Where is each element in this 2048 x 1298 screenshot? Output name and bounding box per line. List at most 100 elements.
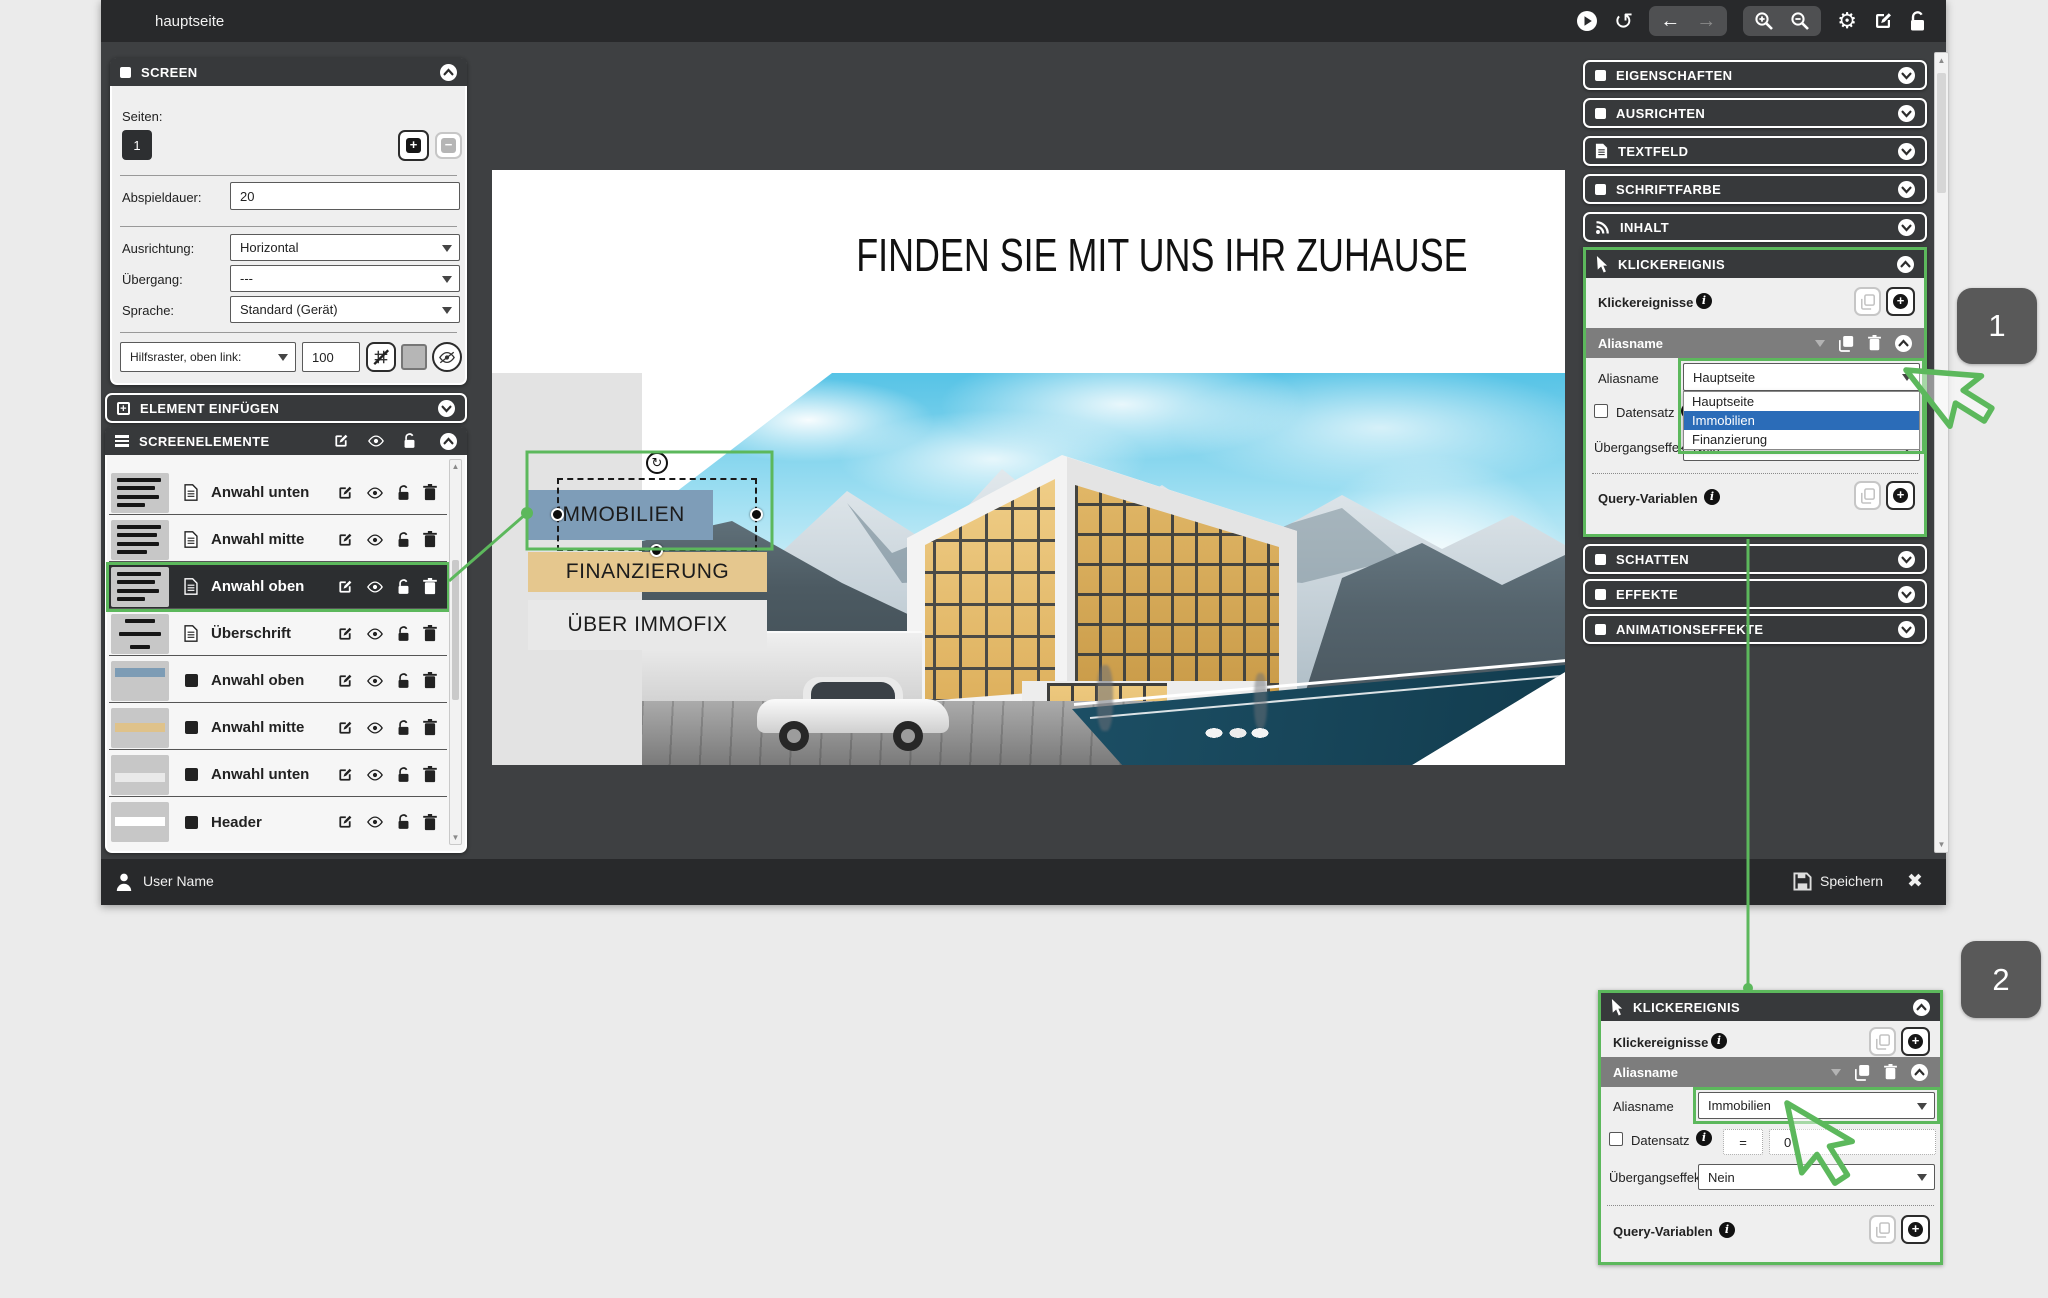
lock-icon[interactable] xyxy=(397,532,410,548)
klickereignis-header[interactable]: KLICKEREIGNIS xyxy=(1601,993,1940,1021)
section-eigenschaften[interactable]: EIGENSCHAFTEN xyxy=(1583,60,1927,90)
save-icon[interactable] xyxy=(1793,872,1812,891)
lock-icon[interactable] xyxy=(397,485,410,501)
canvas-heading[interactable]: FINDEN SIE MIT UNS IHR ZUHAUSE xyxy=(732,228,1592,282)
close-icon[interactable]: ✖ xyxy=(1907,870,1923,893)
lock-icon[interactable] xyxy=(397,673,410,689)
delete-icon[interactable] xyxy=(423,484,437,501)
collapse-icon[interactable] xyxy=(1897,256,1914,273)
visibility-icon[interactable] xyxy=(366,628,384,640)
forward-icon[interactable]: → xyxy=(1696,11,1716,31)
add-query-button[interactable]: + xyxy=(1886,481,1915,510)
delete-icon[interactable] xyxy=(423,531,437,548)
list-item[interactable]: Anwahl unten xyxy=(109,471,447,515)
edit-icon[interactable] xyxy=(337,767,353,783)
datensatz-value-input[interactable] xyxy=(1769,1129,1936,1155)
right-scrollbar[interactable]: ▲ ▼ xyxy=(1934,52,1949,853)
section-animationseffekte[interactable]: ANIMATIONSEFFEKTE xyxy=(1583,614,1927,644)
resize-handle-right[interactable] xyxy=(750,508,763,521)
scroll-up-icon[interactable]: ▲ xyxy=(1935,56,1948,65)
visibility-icon[interactable] xyxy=(366,534,384,546)
visibility-icon[interactable] xyxy=(366,581,384,593)
edit-icon[interactable] xyxy=(337,626,353,642)
info-icon[interactable]: i xyxy=(1719,1222,1735,1238)
aliasname-select[interactable]: Hauptseite xyxy=(1683,363,1920,391)
info-icon[interactable]: i xyxy=(1711,1033,1727,1049)
rotate-handle[interactable]: ↻ xyxy=(646,452,668,474)
expand-icon[interactable] xyxy=(1898,551,1915,568)
datensatz-checkbox[interactable] xyxy=(1594,404,1608,418)
add-clickevent-button[interactable]: + xyxy=(1886,287,1915,316)
uebergang-select[interactable]: --- xyxy=(230,265,460,292)
save-button[interactable]: Speichern xyxy=(1820,873,1883,889)
delete-icon[interactable] xyxy=(423,719,437,736)
scroll-down-icon[interactable]: ▼ xyxy=(1935,840,1948,849)
klickereignis-header[interactable]: KLICKEREIGNIS xyxy=(1586,250,1924,278)
chevron-down-icon[interactable] xyxy=(1831,1069,1841,1081)
grid-off-button[interactable] xyxy=(366,342,396,372)
visibility-icon[interactable] xyxy=(366,487,384,499)
lock-icon[interactable] xyxy=(397,767,410,783)
list-item[interactable]: Header xyxy=(109,800,447,844)
copy-button-disabled[interactable] xyxy=(1869,1027,1896,1056)
edit-icon[interactable] xyxy=(337,532,353,548)
copy-button-disabled[interactable] xyxy=(1854,287,1881,316)
datensatz-checkbox[interactable] xyxy=(1609,1132,1623,1146)
design-canvas[interactable]: FINDEN SIE MIT UNS IHR ZUHAUSE xyxy=(492,170,1565,765)
copy-icon[interactable] xyxy=(1839,335,1854,352)
play-icon[interactable] xyxy=(1576,10,1598,32)
list-item[interactable]: Überschrift xyxy=(109,612,447,656)
screen-panel-header[interactable]: SCREEN xyxy=(110,58,467,86)
section-inhalt[interactable]: INHALT xyxy=(1583,212,1927,242)
edit-icon[interactable] xyxy=(337,720,353,736)
edit-icon[interactable] xyxy=(337,673,353,689)
trash-icon[interactable] xyxy=(1868,335,1881,351)
info-icon[interactable]: i xyxy=(1696,293,1712,309)
reset-icon[interactable]: ↺ xyxy=(1614,11,1633,31)
section-textfeld[interactable]: TEXTFELD xyxy=(1583,136,1927,166)
section-schatten[interactable]: SCHATTEN xyxy=(1583,544,1927,574)
nav-button-ueber-immofix[interactable]: ÜBER IMMOFIX xyxy=(528,600,767,650)
scroll-down-icon[interactable]: ▼ xyxy=(450,833,461,842)
aliasname-select[interactable]: Immobilien xyxy=(1698,1092,1935,1119)
delete-icon[interactable] xyxy=(423,814,437,831)
hilfsraster-size-input[interactable] xyxy=(302,342,360,372)
delete-icon[interactable] xyxy=(423,766,437,783)
hilfsraster-select[interactable]: Hilfsraster, oben link: xyxy=(120,342,296,372)
copy-icon[interactable] xyxy=(1855,1064,1870,1081)
zoom-in-icon[interactable] xyxy=(1754,11,1774,31)
visibility-all-icon[interactable] xyxy=(367,435,385,447)
collapse-icon[interactable] xyxy=(1911,1064,1928,1081)
grid-color-swatch[interactable] xyxy=(401,344,427,370)
list-item[interactable]: Anwahl unten xyxy=(109,753,447,797)
scrollbar-thumb[interactable] xyxy=(1937,73,1946,193)
delete-icon[interactable] xyxy=(423,578,437,595)
lock-icon[interactable] xyxy=(397,720,410,736)
abspieldauer-input[interactable] xyxy=(230,182,460,210)
collapse-icon[interactable] xyxy=(1913,999,1930,1016)
copy-button-disabled[interactable] xyxy=(1854,481,1881,510)
add-clickevent-button[interactable]: + xyxy=(1901,1027,1930,1056)
info-icon[interactable]: i xyxy=(1704,489,1720,505)
remove-page-button[interactable]: − xyxy=(435,132,462,159)
nav-button-finanzierung[interactable]: FINANZIERUNG xyxy=(528,552,767,592)
element-einfuegen-header[interactable]: + ELEMENT EINFÜGEN xyxy=(105,393,467,423)
lock-icon[interactable] xyxy=(1909,11,1926,32)
list-item[interactable]: Anwahl mitte xyxy=(109,706,447,750)
edit-icon[interactable] xyxy=(1873,11,1893,31)
expand-icon[interactable] xyxy=(1898,621,1915,638)
visibility-icon[interactable] xyxy=(366,722,384,734)
sprache-select[interactable]: Standard (Gerät) xyxy=(230,296,460,323)
zoom-out-icon[interactable] xyxy=(1790,11,1810,31)
collapse-icon[interactable] xyxy=(440,64,457,81)
visibility-icon[interactable] xyxy=(366,675,384,687)
chevron-down-icon[interactable] xyxy=(1815,340,1825,352)
scroll-up-icon[interactable]: ▲ xyxy=(450,462,461,471)
back-icon[interactable]: ← xyxy=(1660,11,1680,31)
edit-all-icon[interactable] xyxy=(333,433,349,449)
resize-handle-bottom[interactable] xyxy=(650,544,663,557)
delete-icon[interactable] xyxy=(423,672,437,689)
dropdown-option[interactable]: Finanzierung xyxy=(1684,430,1919,449)
ausrichtung-select[interactable]: Horizontal xyxy=(230,234,460,261)
delete-icon[interactable] xyxy=(423,625,437,642)
